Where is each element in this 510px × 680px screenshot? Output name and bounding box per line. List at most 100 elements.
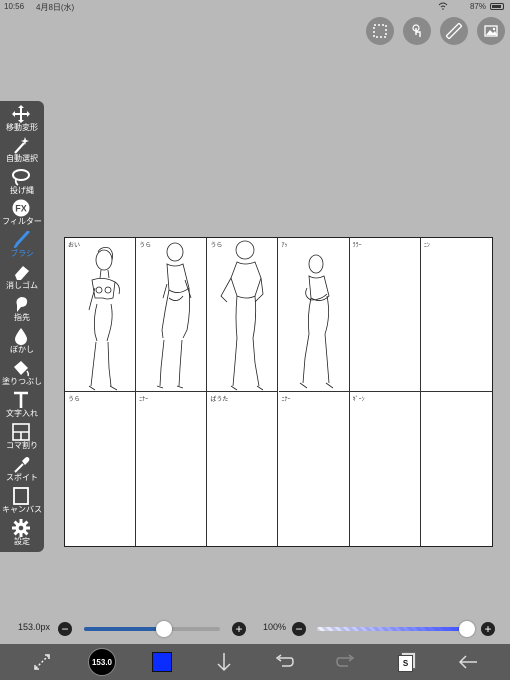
tool-label: 文字入れ bbox=[6, 409, 38, 418]
bottom-toolbar: 153.0 S bbox=[0, 644, 510, 680]
layers-icon: S bbox=[397, 652, 416, 672]
brush-icon bbox=[14, 231, 30, 248]
tool-label: キャンバス bbox=[2, 505, 42, 514]
move-icon bbox=[12, 105, 30, 123]
back-button[interactable] bbox=[456, 650, 480, 674]
opacity-thumb[interactable] bbox=[459, 621, 475, 637]
panel-label: ばうた bbox=[210, 397, 229, 403]
tool-fill[interactable]: 塗りつぶし bbox=[0, 359, 44, 389]
opacity-value: 100% bbox=[263, 622, 287, 632]
tool-eyedropper[interactable]: スポイト bbox=[0, 455, 44, 485]
transform-icon bbox=[34, 654, 50, 670]
panel-cell: ばうた bbox=[207, 392, 279, 546]
finger-icon bbox=[16, 297, 28, 312]
touch-icon bbox=[412, 24, 421, 37]
panel-label: ﾗﾗｰ bbox=[352, 243, 362, 249]
brush-size-value: 153.0px bbox=[18, 622, 51, 632]
status-time: 10:56 bbox=[4, 2, 25, 11]
selection-button[interactable] bbox=[366, 17, 394, 45]
tool-filter[interactable]: FX フィルター bbox=[0, 199, 44, 229]
frame-icon bbox=[12, 423, 30, 441]
eraser-icon bbox=[15, 266, 29, 280]
tool-label: コマ割り bbox=[6, 441, 38, 450]
tool-label: 塗りつぶし bbox=[1, 377, 43, 386]
opacity-fill bbox=[317, 627, 467, 631]
panel-cell: ﾆﾅｰ bbox=[136, 392, 208, 546]
text-icon bbox=[14, 391, 28, 408]
back-icon bbox=[458, 655, 477, 669]
color-swatch-button[interactable] bbox=[150, 650, 174, 674]
drawing-canvas[interactable]: おい うら うら ｱｯ ﾗﾗｰ ﾆﾝ うら ﾆﾅｰ ばうた ﾆﾅｰ ｷﾞｰﾝ bbox=[64, 237, 493, 547]
redo-icon bbox=[336, 654, 355, 667]
tool-finger[interactable]: 指先 bbox=[0, 295, 44, 325]
panel-cell: ﾆﾅｰ bbox=[279, 392, 350, 546]
download-button[interactable] bbox=[212, 650, 236, 674]
panel-cell: ﾆﾝ bbox=[420, 238, 492, 392]
tool-label: 消しゴム bbox=[6, 281, 38, 290]
tool-canvas[interactable]: キャンバス bbox=[0, 487, 44, 517]
panel-cell bbox=[421, 392, 492, 546]
tool-label: スポイト bbox=[6, 473, 38, 482]
tool-label: ぼかし bbox=[10, 345, 34, 354]
transform-button[interactable] bbox=[30, 650, 54, 674]
tool-eraser[interactable]: 消しゴム bbox=[0, 263, 44, 293]
opacity-slider[interactable]: 100% − + bbox=[255, 620, 510, 638]
tool-label: 自動選択 bbox=[6, 154, 38, 163]
brush-size-badge[interactable]: 153.0 bbox=[88, 648, 116, 676]
touch-button[interactable] bbox=[403, 17, 431, 45]
undo-button[interactable] bbox=[272, 650, 296, 674]
panel-label: うら bbox=[139, 243, 152, 249]
brush-size-slider[interactable]: 153.0px − + bbox=[0, 620, 255, 638]
gear-icon bbox=[12, 519, 30, 537]
tool-label: 投げ縄 bbox=[10, 186, 34, 195]
panel-cell: うら bbox=[136, 238, 208, 392]
ruler-icon bbox=[446, 23, 462, 39]
color-swatch bbox=[152, 652, 172, 672]
tool-label: 移動変形 bbox=[6, 123, 38, 132]
panel-cell: おい bbox=[65, 238, 137, 392]
tool-blur[interactable]: ぼかし bbox=[0, 327, 44, 357]
undo-icon bbox=[275, 654, 294, 667]
gallery-button[interactable] bbox=[477, 17, 505, 45]
brush-size-increase-button[interactable]: + bbox=[232, 622, 246, 636]
tool-magic-wand[interactable]: 自動選択 bbox=[0, 136, 44, 166]
tool-label: 設定 bbox=[14, 537, 30, 546]
tool-settings[interactable]: 設定 bbox=[0, 519, 44, 549]
layer-badge: S bbox=[398, 655, 413, 672]
selection-icon bbox=[373, 24, 387, 38]
panel-label: ﾆﾅｰ bbox=[139, 397, 149, 403]
tool-label: ブラシ bbox=[10, 249, 34, 258]
panel-label: ｱｯ bbox=[281, 243, 288, 249]
panel-label: ｷﾞｰﾝ bbox=[352, 397, 365, 403]
panel-label: うら bbox=[210, 243, 223, 249]
panel-cell: うら bbox=[207, 238, 279, 392]
fx-icon: FX bbox=[12, 199, 30, 217]
redo-button[interactable] bbox=[334, 650, 358, 674]
layers-button[interactable]: S bbox=[394, 650, 418, 674]
tool-text[interactable]: 文字入れ bbox=[0, 391, 44, 421]
panel-label: ﾆﾝ bbox=[423, 243, 430, 249]
tool-label: 指先 bbox=[14, 313, 30, 322]
panel-cell: うら bbox=[65, 392, 137, 546]
panel-cell: ｷﾞｰﾝ bbox=[350, 392, 421, 546]
ruler-button[interactable] bbox=[440, 17, 468, 45]
opacity-decrease-button[interactable]: − bbox=[292, 622, 306, 636]
panel-cell: ﾗﾗｰ bbox=[349, 238, 421, 392]
brush-size-thumb[interactable] bbox=[156, 621, 173, 637]
download-icon bbox=[217, 653, 231, 672]
tool-frame-divider[interactable]: コマ割り bbox=[0, 423, 44, 453]
tool-move-transform[interactable]: 移動変形 bbox=[0, 105, 44, 135]
panel-label: おい bbox=[68, 243, 81, 249]
opacity-increase-button[interactable]: + bbox=[481, 622, 495, 636]
tool-palette: 移動変形 自動選択 投げ縄 FX フィルター ブラシ 消しゴム 指先 ぼかし 塗… bbox=[0, 101, 44, 552]
wifi-icon bbox=[438, 2, 448, 12]
tool-brush[interactable]: ブラシ bbox=[0, 231, 44, 261]
eyedropper-icon bbox=[14, 457, 30, 473]
bucket-icon bbox=[14, 361, 30, 377]
status-date: 4月8日(水) bbox=[36, 3, 75, 12]
battery-percent: 87% bbox=[469, 2, 486, 11]
tool-lasso[interactable]: 投げ縄 bbox=[0, 168, 44, 198]
panel-label: うら bbox=[68, 397, 81, 403]
brush-size-decrease-button[interactable]: − bbox=[58, 622, 72, 636]
lasso-icon bbox=[12, 169, 30, 186]
